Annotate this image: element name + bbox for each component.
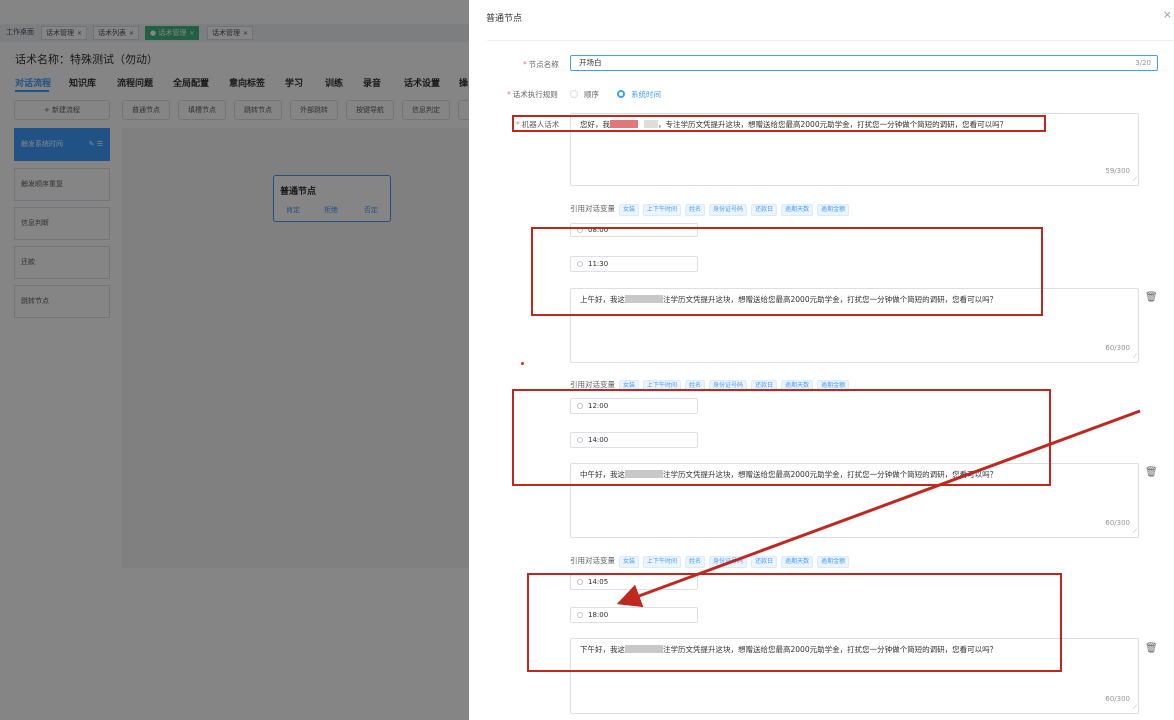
node-name-value: 开场白 (579, 58, 602, 67)
var-tag[interactable]: 上下午时间 (643, 204, 682, 216)
radio-label: 系统时间 (631, 90, 661, 99)
var-tag[interactable]: 女装 (619, 556, 640, 568)
var-tag[interactable]: 逾期天数 (781, 556, 814, 568)
var-tag[interactable]: 逾期金额 (817, 204, 850, 216)
clock-icon (577, 437, 583, 443)
var-label: 引用对话变量 (570, 556, 615, 565)
clock-icon (577, 612, 583, 618)
time-value: 11:30 (588, 260, 609, 268)
text-part: 中午好，我这 (580, 470, 625, 479)
slot-script-textarea[interactable]: 中午好，我这 注学历文凭提升这块，想赠送给您最高2000元助学金，打扰您一分钟做个… (570, 463, 1139, 538)
clock-icon (577, 579, 583, 585)
var-tag[interactable]: 逾期金额 (817, 380, 850, 392)
char-count: 60/300 (1105, 695, 1130, 703)
text-part: 上午好，我这 (580, 295, 625, 304)
radio-circle (617, 90, 625, 98)
end-time-picker[interactable]: 11:30 (570, 256, 698, 272)
annotation-dot (521, 362, 524, 365)
text-part: 注学历文凭提升这块，想赠送给您最高2000元助学金，打扰您一分钟做个简短的调研，… (663, 645, 998, 654)
char-count: 59/300 (1105, 167, 1130, 175)
var-label: 引用对话变量 (570, 204, 615, 213)
redacted-block (625, 470, 663, 478)
var-tag[interactable]: 姓名 (685, 204, 706, 216)
text-part: 注学历文凭提升这块，想赠送给您最高2000元助学金，打扰您一分钟做个简短的调研，… (663, 295, 998, 304)
close-icon[interactable]: × (1163, 8, 1172, 21)
end-time-picker[interactable]: 18:00 (570, 607, 698, 623)
resize-handle-icon[interactable]: ⟋ (1133, 704, 1137, 712)
trash-icon[interactable]: 🗑 (1145, 643, 1158, 654)
slot-script-textarea[interactable]: 上午好，我这 注学历文凭提升这块，想赠送给您最高2000元助学金，打扰您一分钟做个… (570, 288, 1139, 363)
trash-icon[interactable]: 🗑 (1145, 292, 1158, 303)
rule-label: * 话术执行规则 (507, 90, 558, 99)
redacted-block (610, 120, 638, 128)
var-tag[interactable]: 姓名 (685, 556, 706, 568)
var-tag[interactable]: 逾期天数 (781, 204, 814, 216)
var-tag[interactable]: 姓名 (685, 380, 706, 392)
variable-tags-row: 引用对话变量 女装 上下午时间 姓名 身份证号码 还款日 逾期天数 逾期金额 (570, 555, 850, 568)
node-name-input[interactable]: 开场白 3/20 (570, 55, 1158, 71)
label-text: 话术执行规则 (512, 90, 558, 99)
time-value: 14:00 (588, 436, 609, 444)
robot-script-label: * 机器人话术 (516, 120, 560, 129)
node-name-label: * 节点名称 (523, 60, 559, 69)
trash-icon[interactable]: 🗑 (1145, 467, 1158, 478)
var-label: 引用对话变量 (570, 380, 615, 389)
radio-sequential[interactable]: 顺序 (570, 89, 599, 100)
clock-icon (577, 403, 583, 409)
modal-overlay[interactable] (0, 0, 469, 720)
resize-handle-icon[interactable]: ⟋ (1133, 176, 1137, 184)
text-part: 下午好，我这 (580, 645, 625, 654)
clock-icon (577, 261, 583, 267)
redacted-block (625, 645, 663, 653)
radio-label: 顺序 (584, 90, 599, 99)
var-tag[interactable]: 上下午时间 (643, 380, 682, 392)
var-tag[interactable]: 身份证号码 (709, 204, 748, 216)
var-tag[interactable]: 还款日 (751, 380, 778, 392)
resize-handle-icon[interactable]: ⟋ (1133, 528, 1137, 536)
slot-script-textarea[interactable]: 下午好，我这 注学历文凭提升这块，想赠送给您最高2000元助学金，打扰您一分钟做个… (570, 638, 1139, 714)
time-value: 12:00 (588, 402, 609, 410)
clock-icon (577, 227, 583, 233)
variable-tags-row: 引用对话变量 女装 上下午时间 姓名 身份证号码 还款日 逾期天数 逾期金额 (570, 203, 850, 216)
text-part: ，专注学历文凭提升这块，想赠送给您最高2000元助学金，打扰您一分钟做个简短的调… (658, 120, 1008, 129)
var-tag[interactable]: 身份证号码 (709, 556, 748, 568)
label-text: 节点名称 (528, 60, 559, 69)
var-tag[interactable]: 上下午时间 (643, 556, 682, 568)
start-time-picker[interactable]: 12:00 (570, 398, 698, 414)
var-tag[interactable]: 女装 (619, 380, 640, 392)
resize-handle-icon[interactable]: ⟋ (1133, 353, 1137, 361)
char-count: 3/20 (1135, 59, 1151, 67)
text-part: 注学历文凭提升这块，想赠送给您最高2000元助学金，打扰您一分钟做个简短的调研，… (663, 470, 998, 479)
variable-tags-row: 引用对话变量 女装 上下午时间 姓名 身份证号码 还款日 逾期天数 逾期金额 (570, 379, 850, 392)
text-part: 您好，我 (580, 120, 610, 129)
radio-circle (570, 90, 578, 98)
drawer-title: 普通节点 (486, 14, 523, 24)
char-count: 60/300 (1105, 519, 1130, 527)
time-value: 08:00 (588, 226, 609, 234)
var-tag[interactable]: 逾期金额 (817, 556, 850, 568)
end-time-picker[interactable]: 14:00 (570, 432, 698, 448)
var-tag[interactable]: 身份证号码 (709, 380, 748, 392)
time-value: 14:05 (588, 578, 609, 586)
var-tag[interactable]: 逾期天数 (781, 380, 814, 392)
start-time-picker[interactable]: 08:00 (570, 223, 698, 237)
redacted-block (625, 295, 663, 303)
char-count: 60/300 (1105, 344, 1130, 352)
time-value: 18:00 (588, 611, 609, 619)
label-text: 机器人话术 (521, 120, 560, 129)
var-tag[interactable]: 女装 (619, 204, 640, 216)
redacted-block (644, 120, 658, 128)
radio-system-time[interactable]: 系统时间 (617, 89, 661, 100)
robot-script-textarea[interactable]: 您好，我 ，专注学历文凭提升这块，想赠送给您最高2000元助学金，打扰您一分钟做个… (570, 113, 1139, 186)
var-tag[interactable]: 还款日 (751, 556, 778, 568)
start-time-picker[interactable]: 14:05 (570, 574, 698, 590)
var-tag[interactable]: 还款日 (751, 204, 778, 216)
